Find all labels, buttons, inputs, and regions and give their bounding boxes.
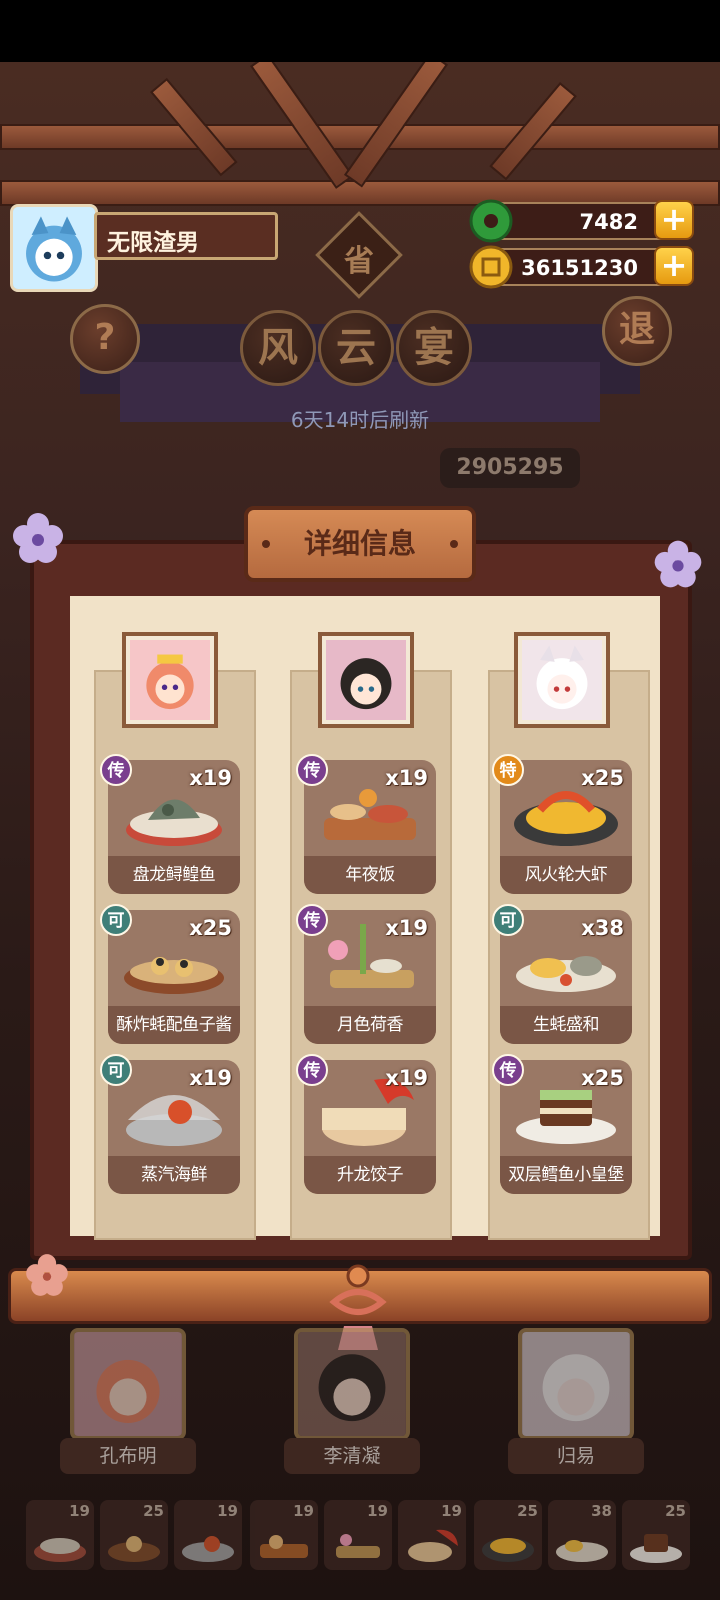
dish-name: 盘龙鲟鳇鱼 — [108, 856, 240, 894]
chef-2-card-icon — [298, 1332, 406, 1436]
dish-name: 双层鳕鱼小皇堡 — [500, 1156, 632, 1194]
coin-amount: 36151230 — [521, 256, 638, 280]
dish-name: 年夜饭 — [304, 856, 436, 894]
dish-name: 蒸汽海鲜 — [108, 1156, 240, 1194]
add-coins-button[interactable]: + — [654, 246, 694, 286]
dish-icon — [182, 1536, 234, 1562]
coin-icon — [469, 245, 513, 289]
dish-name: 月色荷香 — [304, 1006, 436, 1044]
tray-slot[interactable]: 19 — [250, 1500, 318, 1570]
player-avatar[interactable] — [10, 204, 98, 292]
chef-card[interactable] — [518, 1328, 634, 1440]
blossom-icon — [26, 1254, 68, 1296]
title-char-3: 宴 — [396, 310, 472, 386]
add-jade-button[interactable]: + — [654, 200, 694, 240]
chef-portrait-1 — [122, 632, 218, 728]
dish-icon — [482, 1538, 534, 1562]
panel-title: 详细信息 — [244, 506, 476, 582]
special-badge: 特 — [492, 754, 524, 786]
dish-icon — [630, 1534, 682, 1563]
coin-counter: 36151230 + — [469, 245, 694, 289]
dish-quantity: x25 — [581, 1066, 624, 1090]
common-badge: 可 — [100, 904, 132, 936]
tray-slot[interactable]: 38 — [548, 1500, 616, 1570]
flower-icon — [654, 540, 702, 588]
chef-3-face-icon — [522, 640, 602, 720]
score-display: 2905295 — [440, 448, 580, 488]
help-button[interactable]: ? — [70, 304, 140, 374]
tray-slot[interactable]: 25 — [100, 1500, 168, 1570]
chef-1-card-icon — [74, 1332, 182, 1436]
dish-quantity: x19 — [385, 1066, 428, 1090]
dish-name: 生蚝盛和 — [500, 1006, 632, 1044]
chef-portrait-2 — [318, 632, 414, 728]
legend-badge: 传 — [492, 1054, 524, 1086]
legend-badge: 传 — [296, 1054, 328, 1086]
jade-icon — [469, 199, 513, 243]
dish-name: 风火轮大虾 — [500, 856, 632, 894]
dish-icon — [556, 1540, 608, 1562]
dish-icon — [108, 1536, 160, 1562]
tray-slot[interactable]: 25 — [474, 1500, 542, 1570]
tray-slot[interactable]: 25 — [622, 1500, 690, 1570]
dish-icon — [34, 1538, 86, 1562]
roof-beam — [0, 124, 720, 150]
chef-name-1: 孔布明 — [60, 1438, 196, 1474]
dish-quantity: x38 — [581, 916, 624, 940]
chef-card[interactable] — [294, 1328, 410, 1440]
common-badge: 可 — [492, 904, 524, 936]
status-bar — [0, 0, 720, 62]
dish-quantity: x25 — [189, 916, 232, 940]
dish-quantity: x19 — [189, 766, 232, 790]
refresh-timer: 6天14时后刷新 — [290, 408, 430, 432]
dish-quantity: x19 — [189, 1066, 232, 1090]
chef-name-2: 李清凝 — [284, 1438, 420, 1474]
panel-title-text: 详细信息 — [303, 527, 416, 560]
tray-slot[interactable]: 19 — [174, 1500, 242, 1570]
dish-quantity: x19 — [385, 916, 428, 940]
dish-name: 升龙饺子 — [304, 1156, 436, 1194]
tray-slot[interactable]: 19 — [398, 1500, 466, 1570]
chef-portrait-3 — [514, 632, 610, 728]
player-name: 无限渣男 — [94, 212, 278, 260]
tray-slot[interactable]: 19 — [26, 1500, 94, 1570]
chef-card[interactable] — [70, 1328, 186, 1440]
dish-icon — [408, 1529, 458, 1562]
region-char: 省 — [344, 244, 374, 279]
title-char-1: 风 — [240, 310, 316, 386]
legend-badge: 传 — [100, 754, 132, 786]
jade-counter: 7482 + — [469, 199, 694, 243]
chef-1-face-icon — [130, 640, 210, 720]
dish-icon — [336, 1534, 380, 1558]
dish-name: 酥炸蚝配鱼子酱 — [108, 1006, 240, 1044]
title-char-2: 云 — [318, 310, 394, 386]
exit-button[interactable]: 退 — [602, 296, 672, 366]
common-badge: 可 — [100, 1054, 132, 1086]
chef-2-face-icon — [326, 640, 406, 720]
chef-3-card-icon — [522, 1332, 630, 1436]
tray-slot[interactable]: 19 — [324, 1500, 392, 1570]
legend-badge: 传 — [296, 904, 328, 936]
legend-badge: 传 — [296, 754, 328, 786]
jade-amount: 7482 — [579, 210, 638, 234]
dish-icon — [260, 1535, 308, 1558]
flower-icon — [13, 513, 63, 563]
chef-name-3: 归易 — [508, 1438, 644, 1474]
dish-quantity: x19 — [385, 766, 428, 790]
avatar-portrait-icon — [13, 207, 95, 289]
dish-quantity: x25 — [581, 766, 624, 790]
